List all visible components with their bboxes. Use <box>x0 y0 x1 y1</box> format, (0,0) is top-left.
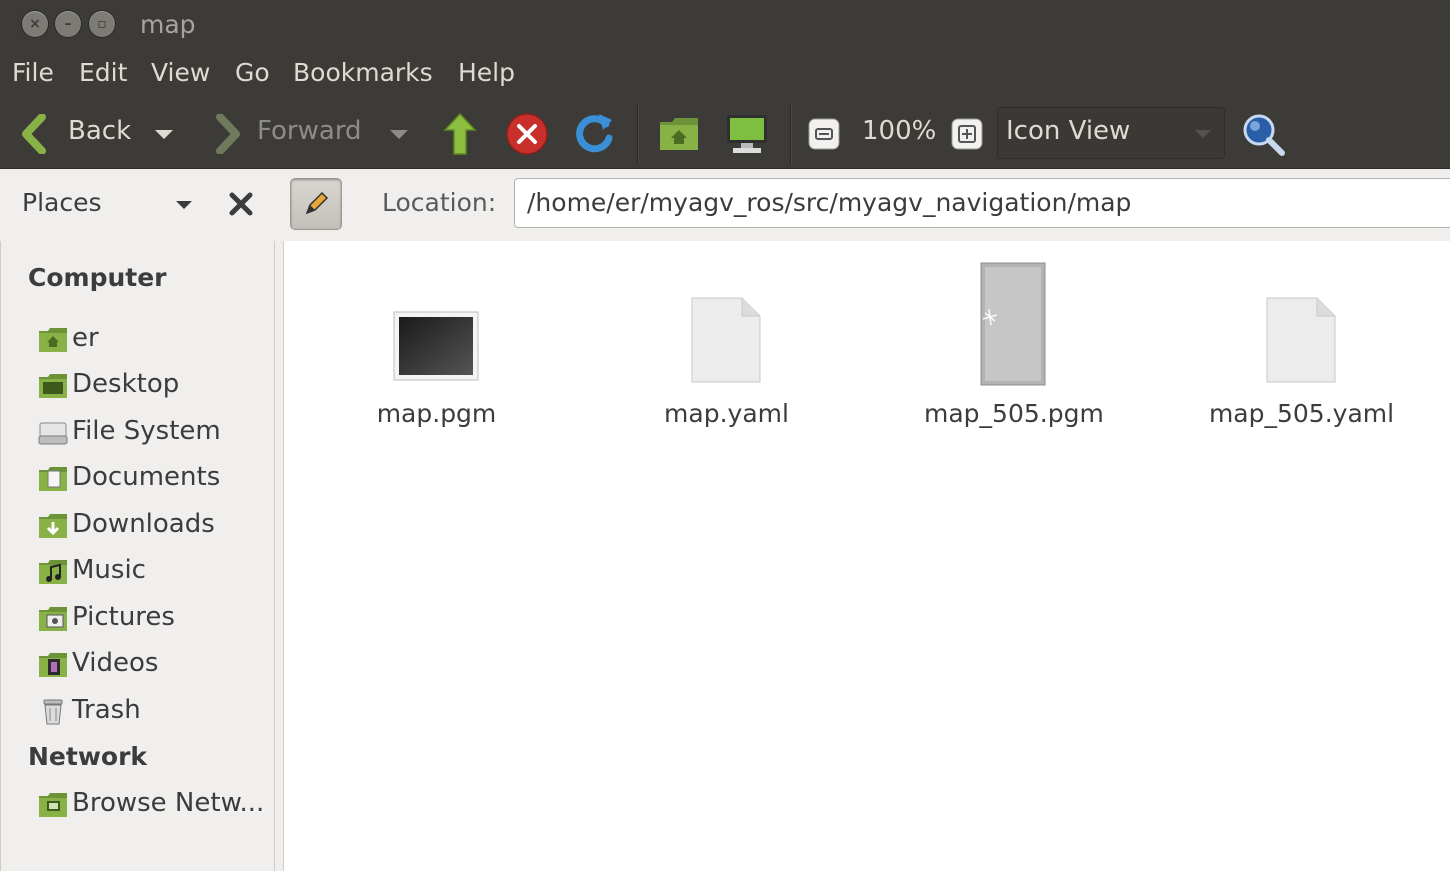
drive-icon <box>38 422 68 445</box>
pane-selector-dropdown-icon[interactable] <box>174 199 194 211</box>
computer-icon[interactable] <box>725 113 769 155</box>
location-bar: Places Location: /home/er/myagv_ros/src/… <box>0 169 1450 242</box>
downloads-folder-icon <box>39 514 67 538</box>
section-network: Network <box>28 742 148 771</box>
pane-splitter[interactable] <box>275 241 284 871</box>
chevron-down-icon <box>1195 130 1211 138</box>
file-name: map.yaml <box>664 399 789 428</box>
pencil-icon <box>305 191 329 215</box>
section-computer: Computer <box>28 263 167 292</box>
menu-help[interactable]: Help <box>458 58 515 87</box>
home-folder-icon <box>39 328 67 352</box>
text-document-icon <box>1266 297 1336 383</box>
stop-icon[interactable] <box>504 111 550 157</box>
places-sidebar: Computer er Desktop File System Document… <box>0 241 275 871</box>
toolbar-separator <box>790 104 791 164</box>
close-pane-icon[interactable] <box>228 191 254 217</box>
file-item-map-yaml[interactable]: map.yaml <box>654 271 799 431</box>
maximize-window-button[interactable]: ▫ <box>89 11 115 37</box>
title-bar: × – ▫ map <box>0 0 1450 50</box>
forward-history-dropdown[interactable] <box>388 128 410 142</box>
menu-bar: File Edit View Go Bookmarks Help <box>0 50 1450 100</box>
file-item-map-505-pgm[interactable]: map_505.pgm <box>924 259 1104 431</box>
pane-selector[interactable]: Places <box>22 188 102 217</box>
sidebar-item-label: Documents <box>72 462 221 492</box>
desktop-folder-icon <box>39 374 67 398</box>
sidebar-item-label: er <box>72 323 99 353</box>
zoom-level: 100% <box>862 116 937 146</box>
sidebar-item-label: Downloads <box>72 509 215 539</box>
sidebar-item-label: Videos <box>72 648 159 678</box>
menu-go[interactable]: Go <box>235 58 270 87</box>
sidebar-item-label: Trash <box>72 695 141 725</box>
file-name: map_505.yaml <box>1208 399 1395 428</box>
zoom-in-icon[interactable] <box>951 118 983 150</box>
back-history-dropdown[interactable] <box>153 128 175 142</box>
sidebar-item-label: Music <box>72 555 146 585</box>
file-item-map-pgm[interactable]: map.pgm <box>364 271 509 431</box>
back-label: Back <box>68 116 132 146</box>
menu-file[interactable]: File <box>12 58 54 87</box>
location-input[interactable]: /home/er/myagv_ros/src/myagv_navigation/… <box>514 178 1450 228</box>
back-button[interactable]: Back <box>14 110 164 158</box>
file-name: map_505.pgm <box>924 399 1104 428</box>
file-name: map.pgm <box>376 399 497 428</box>
reload-icon[interactable] <box>572 110 616 158</box>
videos-folder-icon <box>39 653 67 677</box>
close-window-button[interactable]: × <box>22 11 48 37</box>
sidebar-item-label: File System <box>72 416 221 446</box>
sidebar-item-label: Desktop <box>72 369 180 399</box>
documents-folder-icon <box>39 467 67 491</box>
forward-button[interactable]: Forward <box>210 110 380 158</box>
view-mode-select[interactable]: Icon View <box>997 107 1225 159</box>
view-mode-value: Icon View <box>1006 116 1131 146</box>
back-arrow-icon <box>22 114 46 154</box>
icon-view: map.pgm map.yaml map_505.pgm map_505.yam… <box>284 241 1450 871</box>
pictures-folder-icon <box>39 607 67 631</box>
zoom-out-icon[interactable] <box>808 118 840 150</box>
image-thumbnail-icon <box>980 262 1046 386</box>
sidebar-item-label: Pictures <box>72 602 175 632</box>
toolbar: Back Forward 100% Icon View <box>0 100 1450 169</box>
location-label: Location: <box>382 188 497 217</box>
location-path: /home/er/myagv_ros/src/myagv_navigation/… <box>527 188 1132 217</box>
file-item-map-505-yaml[interactable]: map_505.yaml <box>1204 271 1399 431</box>
menu-bookmarks[interactable]: Bookmarks <box>293 58 433 87</box>
up-arrow-icon[interactable] <box>440 110 480 158</box>
forward-arrow-icon <box>216 114 240 154</box>
trash-icon <box>43 699 63 725</box>
minimize-window-button[interactable]: – <box>55 11 81 37</box>
menu-view[interactable]: View <box>151 58 210 87</box>
network-folder-icon <box>39 793 67 817</box>
text-document-icon <box>691 297 761 383</box>
sidebar-item-label: Browse Netw... <box>72 788 265 818</box>
window-title: map <box>140 10 196 39</box>
toggle-location-entry-button[interactable] <box>291 179 341 229</box>
menu-edit[interactable]: Edit <box>79 58 127 87</box>
search-icon[interactable] <box>1240 112 1286 158</box>
home-folder-icon[interactable] <box>658 114 700 154</box>
music-folder-icon <box>39 560 67 584</box>
forward-label: Forward <box>257 116 362 146</box>
image-thumbnail-icon <box>393 311 479 381</box>
toolbar-separator <box>637 104 638 164</box>
